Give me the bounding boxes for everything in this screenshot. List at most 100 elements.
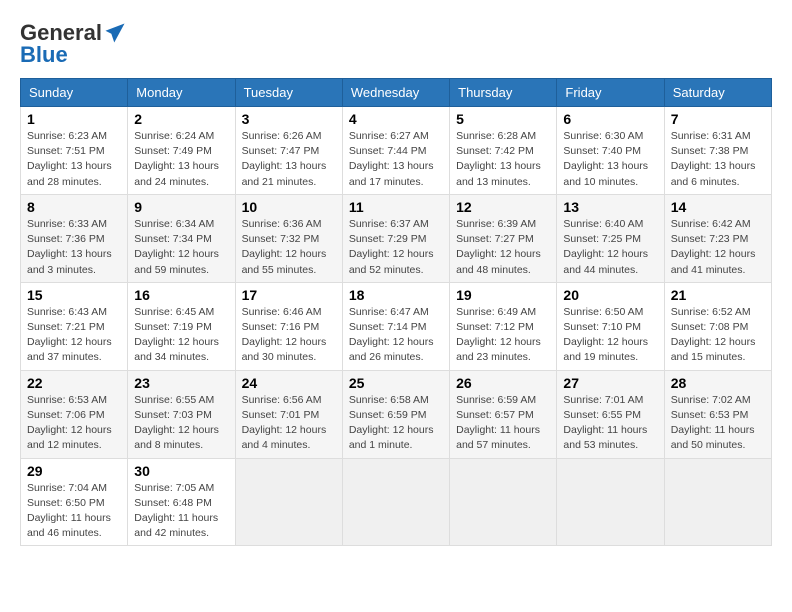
- bird-icon: [104, 22, 126, 44]
- calendar-cell: 2 Sunrise: 6:24 AMSunset: 7:49 PMDaylight…: [128, 107, 235, 195]
- day-number: 14: [671, 199, 765, 215]
- day-info: Sunrise: 6:36 AMSunset: 7:32 PMDaylight:…: [242, 217, 336, 278]
- calendar-cell: 30Sunrise: 7:05 AMSunset: 6:48 PMDayligh…: [128, 458, 235, 546]
- calendar-week-row: 8 Sunrise: 6:33 AMSunset: 7:36 PMDaylight…: [21, 194, 772, 282]
- day-number: 9: [134, 199, 228, 215]
- calendar-cell: 10 Sunrise: 6:36 AMSunset: 7:32 PMDayligh…: [235, 194, 342, 282]
- day-info: Sunrise: 6:52 AMSunset: 7:08 PMDaylight:…: [671, 305, 765, 366]
- day-number: 1: [27, 111, 121, 127]
- day-number: 23: [134, 375, 228, 391]
- calendar-cell: 28 Sunrise: 7:02 AMSunset: 6:53 PMDayligh…: [664, 370, 771, 458]
- day-number: 27: [563, 375, 657, 391]
- day-info: Sunrise: 6:46 AMSunset: 7:16 PMDaylight:…: [242, 305, 336, 366]
- calendar-cell: 3Sunrise: 6:26 AMSunset: 7:47 PMDaylight…: [235, 107, 342, 195]
- calendar-cell: 14Sunrise: 6:42 AMSunset: 7:23 PMDayligh…: [664, 194, 771, 282]
- day-info: Sunrise: 6:23 AMSunset: 7:51 PMDaylight:…: [27, 129, 121, 190]
- day-number: 24: [242, 375, 336, 391]
- calendar-cell: [235, 458, 342, 546]
- calendar-cell: 26 Sunrise: 6:59 AMSunset: 6:57 PMDayligh…: [450, 370, 557, 458]
- calendar-cell: 20 Sunrise: 6:50 AMSunset: 7:10 PMDayligh…: [557, 282, 664, 370]
- day-number: 28: [671, 375, 765, 391]
- day-info: Sunrise: 6:28 AMSunset: 7:42 PMDaylight:…: [456, 129, 550, 190]
- day-number: 13: [563, 199, 657, 215]
- day-number: 12: [456, 199, 550, 215]
- day-info: Sunrise: 6:55 AMSunset: 7:03 PMDaylight:…: [134, 393, 228, 454]
- day-info: Sunrise: 6:33 AMSunset: 7:36 PMDaylight:…: [27, 217, 121, 278]
- day-info: Sunrise: 6:49 AMSunset: 7:12 PMDaylight:…: [456, 305, 550, 366]
- calendar-week-row: 15 Sunrise: 6:43 AMSunset: 7:21 PMDayligh…: [21, 282, 772, 370]
- calendar-cell: 4Sunrise: 6:27 AMSunset: 7:44 PMDaylight…: [342, 107, 449, 195]
- calendar-week-row: 1 Sunrise: 6:23 AMSunset: 7:51 PMDaylight…: [21, 107, 772, 195]
- calendar-cell: 21 Sunrise: 6:52 AMSunset: 7:08 PMDayligh…: [664, 282, 771, 370]
- day-info: Sunrise: 6:30 AMSunset: 7:40 PMDaylight:…: [563, 129, 657, 190]
- calendar-cell: 16Sunrise: 6:45 AMSunset: 7:19 PMDayligh…: [128, 282, 235, 370]
- day-number: 3: [242, 111, 336, 127]
- day-number: 26: [456, 375, 550, 391]
- day-number: 6: [563, 111, 657, 127]
- day-info: Sunrise: 6:50 AMSunset: 7:10 PMDaylight:…: [563, 305, 657, 366]
- calendar-week-row: 29 Sunrise: 7:04 AMSunset: 6:50 PMDayligh…: [21, 458, 772, 546]
- day-number: 25: [349, 375, 443, 391]
- day-header-wednesday: Wednesday: [342, 79, 449, 107]
- day-info: Sunrise: 6:24 AMSunset: 7:49 PMDaylight:…: [134, 129, 228, 190]
- calendar-cell: 7Sunrise: 6:31 AMSunset: 7:38 PMDaylight…: [664, 107, 771, 195]
- day-header-thursday: Thursday: [450, 79, 557, 107]
- calendar-table: SundayMondayTuesdayWednesdayThursdayFrid…: [20, 78, 772, 546]
- day-number: 11: [349, 199, 443, 215]
- day-number: 22: [27, 375, 121, 391]
- day-number: 10: [242, 199, 336, 215]
- day-info: Sunrise: 6:59 AMSunset: 6:57 PMDaylight:…: [456, 393, 550, 454]
- day-number: 8: [27, 199, 121, 215]
- calendar-cell: 23 Sunrise: 6:55 AMSunset: 7:03 PMDayligh…: [128, 370, 235, 458]
- calendar-cell: [664, 458, 771, 546]
- day-number: 30: [134, 463, 228, 479]
- day-info: Sunrise: 6:34 AMSunset: 7:34 PMDaylight:…: [134, 217, 228, 278]
- calendar-cell: 11 Sunrise: 6:37 AMSunset: 7:29 PMDayligh…: [342, 194, 449, 282]
- day-header-saturday: Saturday: [664, 79, 771, 107]
- day-info: Sunrise: 6:40 AMSunset: 7:25 PMDaylight:…: [563, 217, 657, 278]
- page-header: General Blue: [20, 20, 772, 68]
- calendar-cell: [342, 458, 449, 546]
- day-number: 2: [134, 111, 228, 127]
- calendar-header-row: SundayMondayTuesdayWednesdayThursdayFrid…: [21, 79, 772, 107]
- calendar-cell: 9 Sunrise: 6:34 AMSunset: 7:34 PMDaylight…: [128, 194, 235, 282]
- day-info: Sunrise: 6:39 AMSunset: 7:27 PMDaylight:…: [456, 217, 550, 278]
- calendar-cell: 15 Sunrise: 6:43 AMSunset: 7:21 PMDayligh…: [21, 282, 128, 370]
- day-number: 17: [242, 287, 336, 303]
- day-info: Sunrise: 6:53 AMSunset: 7:06 PMDaylight:…: [27, 393, 121, 454]
- day-header-friday: Friday: [557, 79, 664, 107]
- calendar-week-row: 22 Sunrise: 6:53 AMSunset: 7:06 PMDayligh…: [21, 370, 772, 458]
- day-info: Sunrise: 7:04 AMSunset: 6:50 PMDaylight:…: [27, 481, 121, 542]
- day-info: Sunrise: 7:01 AMSunset: 6:55 PMDaylight:…: [563, 393, 657, 454]
- calendar-cell: 19Sunrise: 6:49 AMSunset: 7:12 PMDayligh…: [450, 282, 557, 370]
- calendar-cell: 5Sunrise: 6:28 AMSunset: 7:42 PMDaylight…: [450, 107, 557, 195]
- logo-blue-text: Blue: [20, 42, 68, 68]
- day-number: 15: [27, 287, 121, 303]
- day-number: 29: [27, 463, 121, 479]
- day-header-sunday: Sunday: [21, 79, 128, 107]
- calendar-cell: [450, 458, 557, 546]
- day-number: 21: [671, 287, 765, 303]
- calendar-cell: 25 Sunrise: 6:58 AMSunset: 6:59 PMDayligh…: [342, 370, 449, 458]
- calendar-cell: 27 Sunrise: 7:01 AMSunset: 6:55 PMDayligh…: [557, 370, 664, 458]
- day-header-monday: Monday: [128, 79, 235, 107]
- calendar-cell: 29 Sunrise: 7:04 AMSunset: 6:50 PMDayligh…: [21, 458, 128, 546]
- day-info: Sunrise: 7:02 AMSunset: 6:53 PMDaylight:…: [671, 393, 765, 454]
- calendar-cell: 13 Sunrise: 6:40 AMSunset: 7:25 PMDayligh…: [557, 194, 664, 282]
- calendar-cell: 24Sunrise: 6:56 AMSunset: 7:01 PMDayligh…: [235, 370, 342, 458]
- day-info: Sunrise: 6:43 AMSunset: 7:21 PMDaylight:…: [27, 305, 121, 366]
- logo: General Blue: [20, 20, 126, 68]
- calendar-cell: 8 Sunrise: 6:33 AMSunset: 7:36 PMDaylight…: [21, 194, 128, 282]
- calendar-cell: 6 Sunrise: 6:30 AMSunset: 7:40 PMDaylight…: [557, 107, 664, 195]
- day-number: 7: [671, 111, 765, 127]
- calendar-cell: [557, 458, 664, 546]
- day-info: Sunrise: 6:27 AMSunset: 7:44 PMDaylight:…: [349, 129, 443, 190]
- calendar-body: 1 Sunrise: 6:23 AMSunset: 7:51 PMDaylight…: [21, 107, 772, 546]
- calendar-cell: 1 Sunrise: 6:23 AMSunset: 7:51 PMDaylight…: [21, 107, 128, 195]
- calendar-cell: 17 Sunrise: 6:46 AMSunset: 7:16 PMDayligh…: [235, 282, 342, 370]
- day-info: Sunrise: 6:47 AMSunset: 7:14 PMDaylight:…: [349, 305, 443, 366]
- day-number: 20: [563, 287, 657, 303]
- day-info: Sunrise: 6:37 AMSunset: 7:29 PMDaylight:…: [349, 217, 443, 278]
- calendar-cell: 22 Sunrise: 6:53 AMSunset: 7:06 PMDayligh…: [21, 370, 128, 458]
- day-info: Sunrise: 6:58 AMSunset: 6:59 PMDaylight:…: [349, 393, 443, 454]
